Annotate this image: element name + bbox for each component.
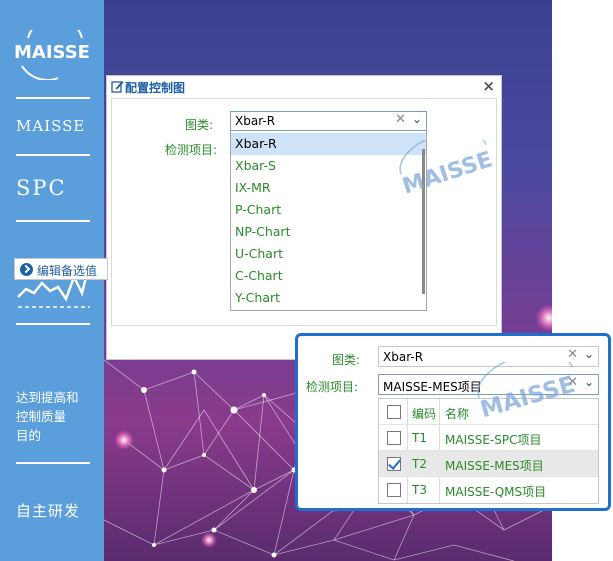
dropdown-option-xbar-s[interactable]: Xbar-S [231, 155, 426, 177]
dropdown-option-p-chart[interactable]: P-Chart [231, 199, 426, 221]
row-checkbox-checked[interactable] [387, 457, 401, 471]
sidebar: MAISSE MAISSE SPC 达到提高和 控制质量 目的 自主研发 [0, 0, 104, 561]
edit-options-label: 编辑备选值 [37, 264, 98, 278]
divider [16, 220, 90, 222]
panel-chart-type-label: 图类: [332, 353, 361, 367]
table-header-row: 编码 名称 [379, 399, 598, 425]
panel-chart-type-value: Xbar-R [383, 350, 424, 364]
chart-type-select[interactable]: Xbar-R ✕ ⌄ [230, 111, 427, 131]
panel-inspection-select[interactable]: MAISSE-MES项目 ✕ ⌄ [378, 374, 599, 395]
row-checkbox[interactable] [387, 431, 401, 445]
clear-icon[interactable]: ✕ [567, 347, 578, 362]
dialog-title: 配置控制图 [125, 81, 186, 95]
sidebar-spc-label: SPC [16, 176, 67, 200]
row-name: MAISSE-MES项目 [445, 459, 544, 473]
chart-type-label: 图类: [185, 118, 214, 132]
select-all-checkbox[interactable] [387, 405, 401, 419]
row-code: T2 [412, 457, 427, 471]
divider [16, 462, 90, 464]
row-code: T1 [412, 431, 427, 445]
clear-icon[interactable]: ✕ [395, 112, 406, 127]
zoom-panel: 图类: Xbar-R ✕ ⌄ 检测项目: MAISSE-MES项目 ✕ ⌄ 编码… [295, 333, 611, 511]
dropdown-option-ix-mr[interactable]: IX-MR [231, 177, 426, 199]
divider [16, 154, 90, 156]
dropdown-option-np-chart[interactable]: NP-Chart [231, 221, 426, 243]
chart-type-value: Xbar-R [235, 114, 276, 128]
panel-inspection-value: MAISSE-MES项目 [383, 380, 482, 394]
chevron-down-icon[interactable]: ⌄ [412, 112, 422, 126]
table-row[interactable]: T1 MAISSE-SPC项目 [379, 425, 598, 451]
panel-inspection-label: 检测项目: [306, 380, 359, 394]
dropdown-option-y-chart[interactable]: Y-Chart [231, 287, 426, 309]
inspection-items-table: 编码 名称 T1 MAISSE-SPC项目 T2 MAISSE-MES项目 T3… [378, 398, 599, 504]
row-name: MAISSE-QMS项目 [445, 485, 547, 499]
table-row[interactable]: T2 MAISSE-MES项目 [379, 451, 598, 477]
header-name: 名称 [445, 407, 470, 421]
chevron-down-icon[interactable]: ⌄ [584, 347, 594, 361]
inspection-item-label: 检测项目: [165, 143, 218, 157]
dropdown-scrollbar[interactable] [422, 149, 425, 294]
header-code: 编码 [412, 407, 437, 421]
dropdown-option-c-chart[interactable]: C-Chart [231, 265, 426, 287]
table-row[interactable]: T3 MAISSE-QMS项目 [379, 477, 598, 503]
edit-icon [111, 81, 124, 93]
sidebar-self-dev-label: 自主研发 [16, 502, 81, 520]
sidebar-maisse-label: MAISSE [16, 117, 86, 135]
close-icon[interactable]: × [482, 77, 495, 95]
divider [16, 97, 90, 99]
divider [16, 323, 90, 325]
chart-type-dropdown: Xbar-R Xbar-S IX-MR P-Chart NP-Chart U-C… [230, 131, 427, 311]
dropdown-option-u-chart[interactable]: U-Chart [231, 243, 426, 265]
arrow-circle-icon [20, 263, 33, 276]
row-name: MAISSE-SPC项目 [445, 433, 542, 447]
clear-icon[interactable]: ✕ [567, 375, 578, 390]
edit-options-button[interactable]: 编辑备选值 [14, 258, 108, 280]
sidebar-goal-text: 达到提高和 控制质量 目的 [16, 390, 79, 443]
row-code: T3 [412, 483, 427, 497]
panel-chart-type-select[interactable]: Xbar-R ✕ ⌄ [378, 346, 599, 367]
chevron-down-icon[interactable]: ⌄ [584, 375, 594, 389]
row-checkbox[interactable] [387, 483, 401, 497]
dropdown-option-xbar-r[interactable]: Xbar-R [231, 133, 426, 155]
logo-text: MAISSE [14, 42, 90, 63]
